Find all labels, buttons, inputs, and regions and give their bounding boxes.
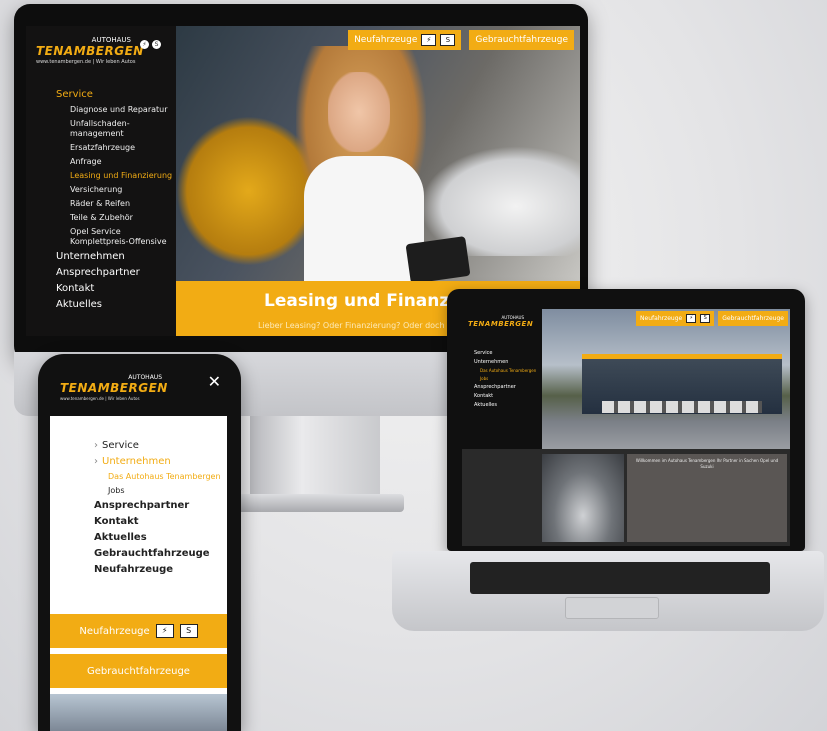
logo-subline: www.tenambergen.de | Wir leben Autos bbox=[36, 59, 136, 65]
nav-item[interactable]: Teile & Zubehör bbox=[70, 213, 176, 223]
nav-item[interactable]: Gebrauchtfahrzeuge bbox=[94, 548, 221, 559]
nav-item[interactable]: Das Autohaus Tenambergen bbox=[108, 472, 221, 481]
logo-title: TENAMBERGEN bbox=[468, 320, 534, 328]
used-cars-button[interactable]: Gebrauchtfahrzeuge bbox=[469, 30, 574, 50]
parked-cars bbox=[602, 401, 762, 413]
laptop-trackpad bbox=[565, 597, 659, 619]
nav-item[interactable]: Service bbox=[474, 350, 536, 356]
logo-title: TENAMBERGEN bbox=[60, 381, 168, 395]
opel-icon: ⚡ bbox=[140, 40, 149, 49]
new-cars-button[interactable]: Neufahrzeuge ⚡ S bbox=[50, 614, 227, 648]
dealership-photo bbox=[542, 309, 790, 449]
nav-item[interactable]: Unternehmen bbox=[56, 251, 176, 262]
woman-face bbox=[328, 72, 390, 152]
nav-item[interactable]: Diagnose und Reparatur bbox=[70, 105, 176, 115]
laptop-content: Willkommen im Autohaus Tenambergen Ihr P… bbox=[462, 449, 790, 546]
footer-image bbox=[50, 694, 227, 731]
nav-item[interactable]: Das Autohaus Tenambergen bbox=[480, 368, 536, 373]
welcome-text: Willkommen im Autohaus Tenambergen Ihr P… bbox=[627, 454, 787, 542]
nav-item[interactable]: Kontakt bbox=[94, 516, 221, 527]
laptop-keyboard bbox=[470, 562, 770, 594]
monitor-foot bbox=[226, 494, 404, 512]
close-icon[interactable]: ✕ bbox=[208, 372, 221, 391]
desktop-nav: Service Diagnose und Reparatur Unfallschad… bbox=[56, 86, 176, 315]
nav-item[interactable]: Aktuelles bbox=[474, 402, 536, 408]
laptop-screen: AUTOHAUS TENAMBERGEN Service Unternehmen D… bbox=[462, 309, 790, 546]
opel-icon: ⚡ bbox=[421, 34, 437, 46]
suzuki-icon: S bbox=[440, 34, 456, 46]
brand-logo[interactable]: AUTOHAUS TENAMBERGEN www.tenambergen.de … bbox=[36, 36, 161, 65]
nav-item[interactable]: Opel Service Komplettpreis-Offensive bbox=[70, 227, 176, 247]
nav-item[interactable]: Ersatzfahrzeuge bbox=[70, 143, 176, 153]
nav-item[interactable]: › Unternehmen bbox=[94, 456, 221, 467]
laptop-nav: Service Unternehmen Das Autohaus Tenamberg… bbox=[474, 347, 536, 411]
phone-header: AUTOHAUS TENAMBERGEN www.tenambergen.de … bbox=[50, 368, 227, 416]
nav-item[interactable]: Aktuelles bbox=[94, 532, 221, 543]
nav-label: Unternehmen bbox=[102, 456, 171, 467]
new-cars-button[interactable]: Neufahrzeuge ⚡ S bbox=[348, 30, 462, 50]
new-cars-button[interactable]: Neufahrzeuge ⚡ S bbox=[636, 311, 715, 326]
nav-item[interactable]: Räder & Reifen bbox=[70, 199, 176, 209]
nav-item[interactable]: Jobs bbox=[480, 376, 536, 381]
nav-item[interactable]: Neufahrzeuge bbox=[94, 564, 221, 575]
nav-item[interactable]: Leasing und Finanzierung bbox=[70, 171, 176, 181]
nav-item[interactable]: › Service bbox=[94, 440, 221, 451]
woman-body bbox=[304, 156, 424, 286]
laptop-sidebar: AUTOHAUS TENAMBERGEN Service Unternehmen D… bbox=[462, 309, 542, 449]
monitor-stand bbox=[250, 416, 380, 498]
nav-item[interactable]: Kontakt bbox=[56, 283, 176, 294]
nav-label: Service bbox=[102, 440, 139, 451]
nav-item[interactable]: Unternehmen bbox=[474, 359, 536, 365]
nav-item[interactable]: Aktuelles bbox=[56, 299, 176, 310]
suzuki-icon: S bbox=[179, 624, 198, 638]
nav-item[interactable]: Service bbox=[56, 89, 176, 100]
chevron-right-icon: › bbox=[94, 440, 98, 451]
hero-image bbox=[176, 26, 580, 286]
nav-item[interactable]: Ansprechpartner bbox=[56, 267, 176, 278]
nav-item[interactable]: Ansprechpartner bbox=[94, 500, 221, 511]
brand-logo[interactable]: AUTOHAUS TENAMBERGEN bbox=[468, 315, 538, 328]
desktop-sidebar: AUTOHAUS TENAMBERGEN www.tenambergen.de … bbox=[26, 26, 176, 336]
desktop-top-buttons: Neufahrzeuge ⚡ S Gebrauchtfahrzeuge bbox=[348, 30, 574, 50]
used-cars-button[interactable]: Gebrauchtfahrzeuge bbox=[50, 654, 227, 688]
nav-item[interactable]: Jobs bbox=[108, 486, 221, 495]
phone-screen: AUTOHAUS TENAMBERGEN www.tenambergen.de … bbox=[50, 368, 227, 731]
tablet bbox=[405, 236, 471, 284]
suzuki-icon: S bbox=[152, 40, 161, 49]
car-image bbox=[542, 454, 624, 542]
suzuki-icon: S bbox=[700, 314, 711, 323]
logo-badges: ⚡ S bbox=[140, 40, 161, 49]
nav-item[interactable]: Unfallschaden-management bbox=[70, 119, 176, 139]
nav-item[interactable]: Anfrage bbox=[70, 157, 176, 167]
phone-nav: › Service › Unternehmen Das Autohaus Tenambe… bbox=[94, 440, 221, 580]
opel-icon: ⚡ bbox=[686, 314, 697, 323]
chevron-right-icon: › bbox=[94, 456, 98, 467]
used-cars-button[interactable]: Gebrauchtfahrzeuge bbox=[718, 311, 788, 326]
laptop-top-buttons: Neufahrzeuge ⚡ S Gebrauchtfahrzeuge bbox=[636, 311, 788, 326]
nav-item[interactable]: Kontakt bbox=[474, 393, 536, 399]
nav-item[interactable]: Versicherung bbox=[70, 185, 176, 195]
logo-pretitle: AUTOHAUS bbox=[128, 374, 162, 381]
nav-item[interactable]: Ansprechpartner bbox=[474, 384, 536, 390]
opel-icon: ⚡ bbox=[155, 624, 174, 638]
logo-subline: www.tenambergen.de | Wir leben Autos bbox=[60, 396, 140, 401]
brand-logo[interactable]: AUTOHAUS TENAMBERGEN www.tenambergen.de … bbox=[60, 374, 200, 401]
